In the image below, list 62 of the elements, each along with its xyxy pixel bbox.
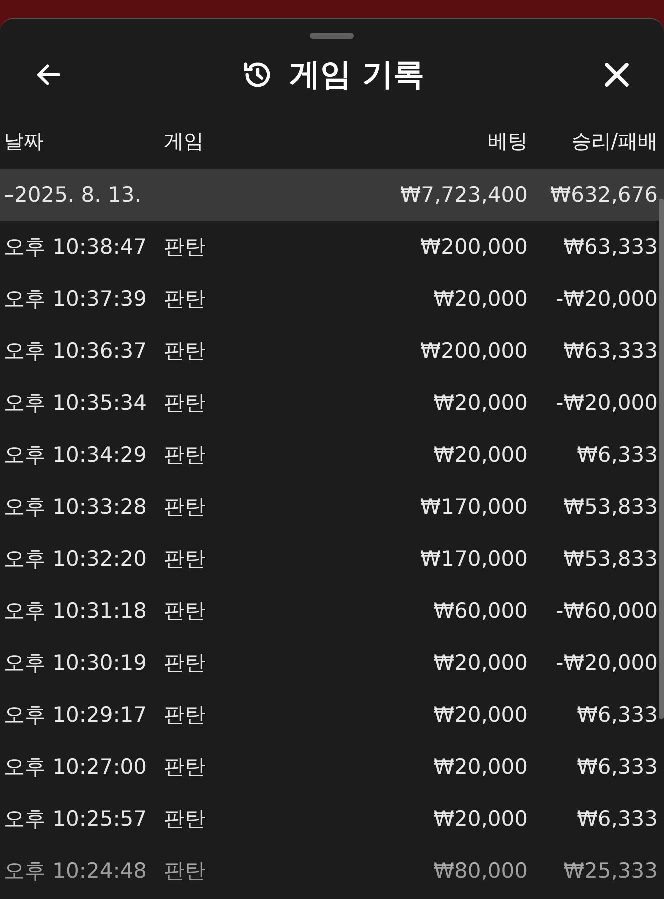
time-cell-text: 오후 10:30:19 xyxy=(4,650,148,677)
game-cell-text: 판탄 xyxy=(164,338,207,365)
game-cell-text: 판탄 xyxy=(164,234,207,261)
bet-cell-text: ₩200,000 xyxy=(419,235,528,259)
game-cell-text: 판탄 xyxy=(164,598,207,625)
result-cell-text: ₩53,833 xyxy=(562,495,658,519)
bet-cell-text: ₩20,000 xyxy=(432,807,528,831)
game-cell-text: 판탄 xyxy=(164,390,207,417)
time-cell-text: 오후 10:32:20 xyxy=(4,546,148,573)
result-cell-text: ₩6,333 xyxy=(576,703,658,727)
time-cell-text: 오후 10:36:37 xyxy=(4,338,148,365)
bet-cell-text: ₩20,000 xyxy=(432,651,528,675)
drag-handle[interactable] xyxy=(310,33,354,39)
result-cell-text: ₩6,333 xyxy=(576,755,658,779)
game-cell-text: 판탄 xyxy=(164,442,207,469)
bet-cell-text: ₩80,000 xyxy=(432,859,528,883)
bet-cell-text: ₩20,000 xyxy=(432,703,528,727)
result-cell-text: ₩53,833 xyxy=(562,547,658,571)
bet-cell-text: ₩20,000 xyxy=(432,755,528,779)
time-cell-text: 오후 10:38:47 xyxy=(4,234,148,261)
time-cell-text: 오후 10:34:29 xyxy=(4,442,148,469)
game-cell-text: 판탄 xyxy=(164,286,207,313)
time-cell-text: 오후 10:29:17 xyxy=(4,702,148,729)
result-cell-text: ₩63,333 xyxy=(562,339,658,363)
game-cell-text: 판탄 xyxy=(164,650,207,677)
time-cell-text: 오후 10:33:28 xyxy=(4,494,148,521)
scrollbar[interactable] xyxy=(659,199,664,719)
game-cell-text: 판탄 xyxy=(164,546,207,573)
result-total-cell-text: ₩632,676 xyxy=(549,183,658,207)
bet-cell-text: ₩170,000 xyxy=(419,547,528,571)
time-cell-text: 오후 10:37:39 xyxy=(4,286,148,313)
game-cell-text: 판탄 xyxy=(164,858,207,885)
bet-cell-text: ₩200,000 xyxy=(419,339,528,363)
column-header: 날짜 xyxy=(4,128,45,154)
bet-total-cell-text: ₩7,723,400 xyxy=(399,183,528,207)
result-cell-text: ₩6,333 xyxy=(576,443,658,467)
column-header: 게임 xyxy=(164,128,205,154)
result-cell-text: -₩20,000 xyxy=(555,391,658,415)
column-header: 승리/패배 xyxy=(570,128,658,154)
time-cell-text: 오후 10:27:00 xyxy=(4,754,148,781)
window-title: 게임 기록 xyxy=(290,56,424,95)
game-cell-text: 판탄 xyxy=(164,806,207,833)
time-cell-text: 오후 10:31:18 xyxy=(4,598,148,625)
time-cell-text: 오후 10:35:34 xyxy=(4,390,148,417)
time-cell-text: 오후 10:25:57 xyxy=(4,806,148,833)
bet-cell-text: ₩20,000 xyxy=(432,287,528,311)
game-cell-text: 판탄 xyxy=(164,494,207,521)
result-cell-text: -₩20,000 xyxy=(555,287,658,311)
result-cell-text: ₩6,333 xyxy=(576,807,658,831)
game-cell-text: 판탄 xyxy=(164,702,207,729)
result-cell-text: -₩60,000 xyxy=(555,599,658,623)
result-cell-text: -₩20,000 xyxy=(555,651,658,675)
column-header: 베팅 xyxy=(487,128,528,154)
bet-cell-text: ₩170,000 xyxy=(419,495,528,519)
result-cell-text: ₩63,333 xyxy=(562,235,658,259)
bet-cell-text: ₩60,000 xyxy=(432,599,528,623)
date-cell-text: –2025. 8. 13. xyxy=(4,183,142,207)
result-cell-text: ₩25,333 xyxy=(562,859,658,883)
bet-cell-text: ₩20,000 xyxy=(432,443,528,467)
game-cell-text: 판탄 xyxy=(164,754,207,781)
bet-cell-text: ₩20,000 xyxy=(432,391,528,415)
time-cell-text: 오후 10:24:48 xyxy=(4,858,148,885)
